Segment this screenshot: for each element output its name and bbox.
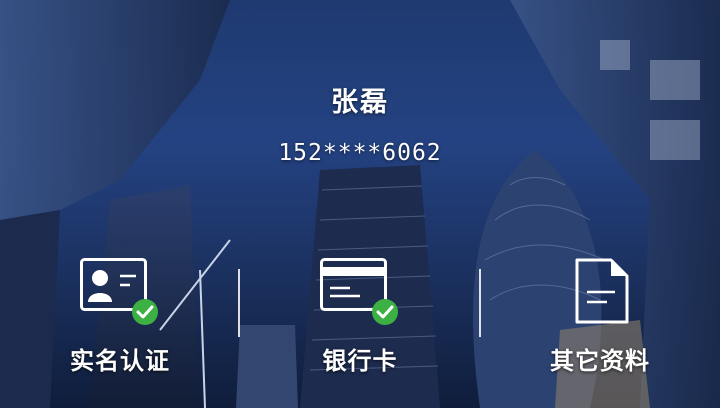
bank-card-label: 银行卡 xyxy=(322,347,398,375)
id-card-verified-icon xyxy=(80,258,160,332)
user-name: 张磊 xyxy=(331,87,389,118)
bank-card-button[interactable]: 银行卡 xyxy=(240,255,480,375)
real-name-verification-label: 实名认证 xyxy=(70,347,170,375)
other-documents-label: 其它资料 xyxy=(550,347,650,375)
bank-card-verified-icon xyxy=(320,258,400,332)
verification-actions: 实名认证 银行卡 其它资料 xyxy=(0,255,720,375)
real-name-verification-button[interactable]: 实名认证 xyxy=(0,255,240,375)
user-phone: 152****6062 xyxy=(278,140,442,166)
document-icon xyxy=(575,258,631,330)
profile-header: 张磊 152****6062 实名认证 银行卡 其它资料 xyxy=(0,0,720,408)
other-documents-button[interactable]: 其它资料 xyxy=(480,255,720,375)
